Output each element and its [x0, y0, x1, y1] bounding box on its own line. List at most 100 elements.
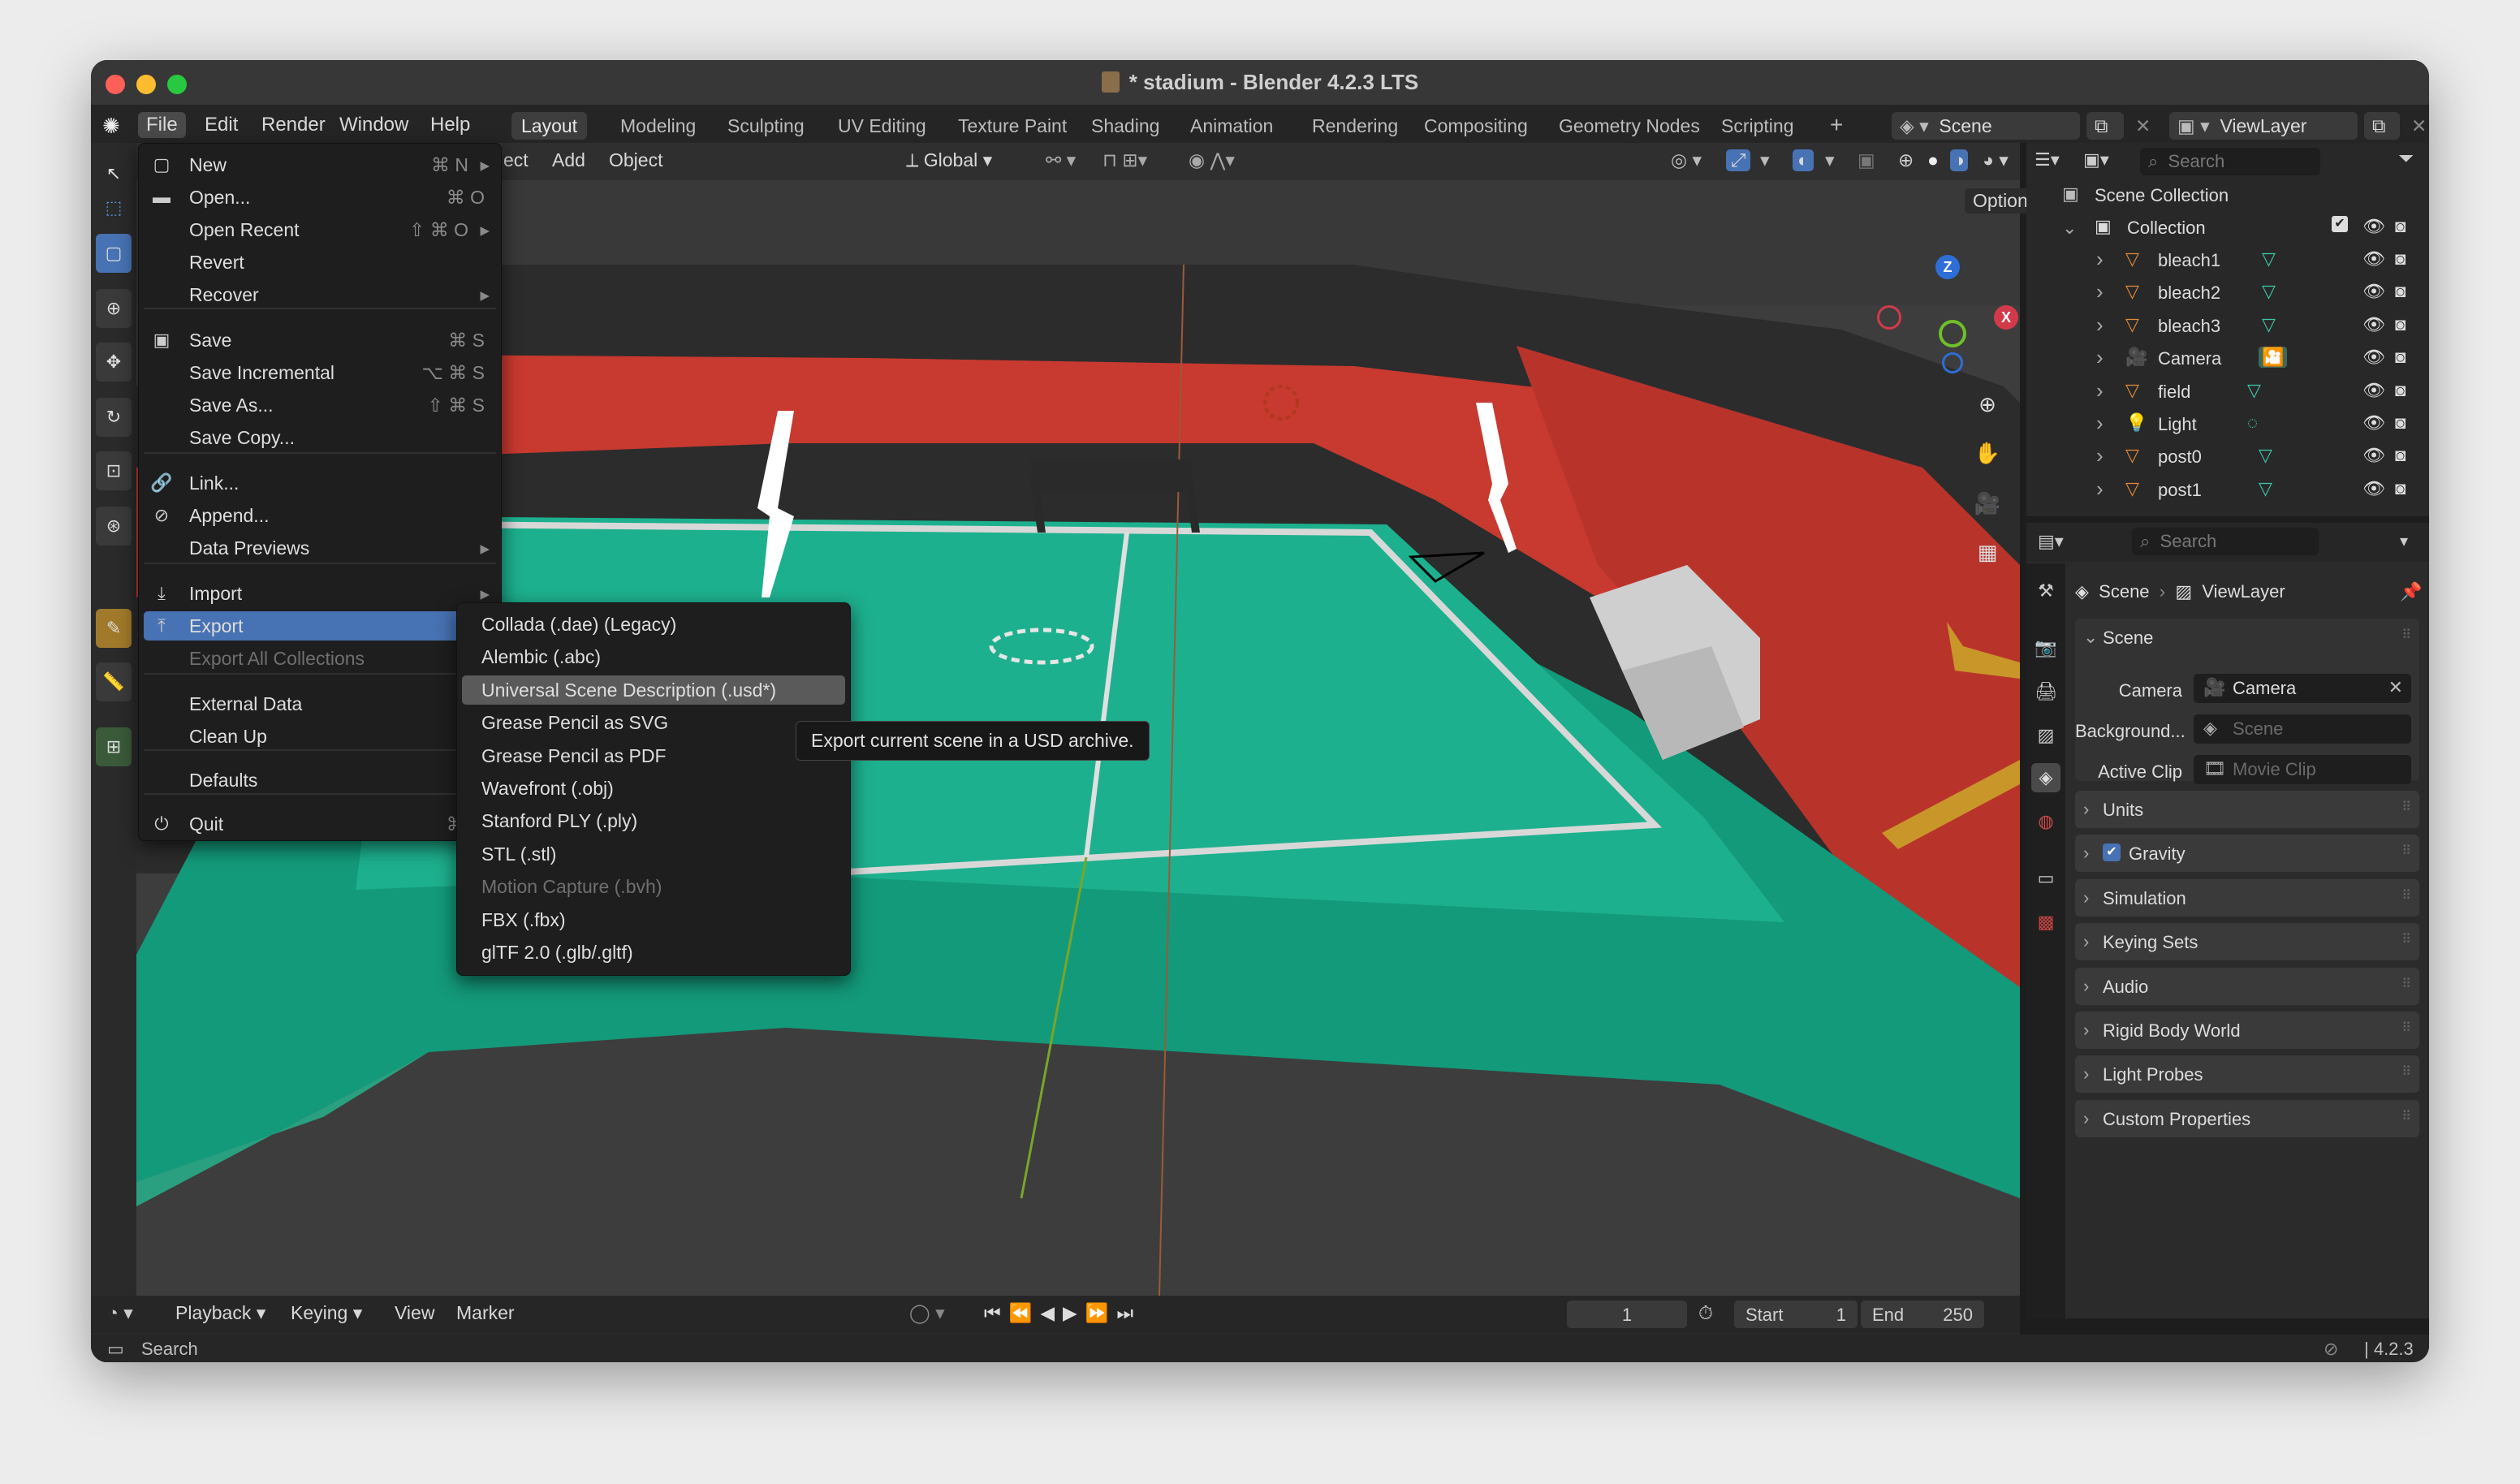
- camera-field[interactable]: 🎥 Camera ✕: [2194, 674, 2411, 703]
- gizmo-neg-z-axis[interactable]: [1942, 352, 1963, 373]
- export-item-10[interactable]: glTF 2.0 (.glb/.gltf): [462, 938, 845, 967]
- add-cube-tool-icon[interactable]: ⊞: [96, 727, 132, 766]
- pivot-icon[interactable]: ⚯ ▾: [1046, 149, 1076, 171]
- outliner-row-bleach2[interactable]: › ▽ bleach2 ▽ 👁 ◙: [2026, 276, 2429, 308]
- select-box-icon[interactable]: ⬚: [96, 188, 132, 227]
- chevron-right-icon[interactable]: ›: [2096, 378, 2104, 403]
- eye-icon[interactable]: 👁: [2362, 445, 2385, 466]
- eye-icon[interactable]: 👁: [2362, 248, 2385, 270]
- file-menu-item-recover[interactable]: Recover ▸: [144, 280, 496, 309]
- tool-tab-icon[interactable]: ⚒: [2031, 576, 2060, 606]
- marker-menu[interactable]: Marker: [456, 1302, 515, 1324]
- chevron-down-icon[interactable]: ▾: [2400, 531, 2408, 551]
- file-menu-item-export-all-collections[interactable]: Export All Collections: [144, 644, 496, 673]
- export-item-1[interactable]: Alembic (.abc): [462, 642, 845, 671]
- view-layer-tab-icon[interactable]: ▨: [2031, 721, 2060, 750]
- chevron-right-icon[interactable]: ›: [2096, 411, 2104, 436]
- scene-collection-row[interactable]: ▣ Scene Collection: [2026, 179, 2429, 211]
- menu-render[interactable]: Render: [253, 112, 334, 138]
- panel-audio[interactable]: › Audio ⠿: [2075, 967, 2419, 1005]
- tab-compositing[interactable]: Compositing: [1414, 112, 1538, 140]
- file-menu-item-revert[interactable]: Revert: [144, 248, 496, 277]
- gizmo-dropdown-icon[interactable]: ▾: [1760, 149, 1770, 171]
- file-menu-item-open[interactable]: ▬ Open... ⌘ O: [144, 183, 496, 212]
- panel-keying-sets[interactable]: › Keying Sets ⠿: [2075, 923, 2419, 961]
- panel-units[interactable]: › Units ⠿: [2075, 791, 2419, 828]
- outliner-search-input[interactable]: ⌕ Search: [2140, 148, 2320, 175]
- file-menu-item-link[interactable]: 🔗 Link...: [144, 468, 496, 498]
- tab-geometry-nodes[interactable]: Geometry Nodes: [1549, 112, 1710, 140]
- active-clip-field[interactable]: 🎞 Movie Clip: [2194, 755, 2411, 784]
- grip-icon[interactable]: ⠿: [2401, 976, 2411, 992]
- keying-menu[interactable]: Keying ▾: [291, 1302, 362, 1324]
- editor-type-clock-icon[interactable]: ◔ ▾: [107, 1302, 133, 1324]
- blender-logo-icon[interactable]: ✺: [102, 114, 127, 138]
- chevron-right-icon[interactable]: ›: [2096, 345, 2104, 370]
- tab-uv-editing[interactable]: UV Editing: [828, 112, 936, 140]
- end-frame-field[interactable]: End 250: [1861, 1301, 1984, 1328]
- new-scene-button[interactable]: ⧉: [2086, 112, 2124, 140]
- menu-window[interactable]: Window: [331, 112, 416, 138]
- eye-icon[interactable]: 👁: [2362, 216, 2385, 237]
- filter-view-icon[interactable]: ▣▾: [2083, 149, 2109, 170]
- file-menu-item-external-data[interactable]: External Data▸: [144, 689, 496, 718]
- outliner-row-field[interactable]: › ▽ field ▽ 👁 ◙: [2026, 375, 2429, 408]
- scale-tool-icon[interactable]: ⊡: [96, 451, 132, 490]
- viewport-menu-select[interactable]: ect: [503, 149, 529, 171]
- properties-search-input[interactable]: ⌕ Search: [2132, 528, 2319, 555]
- outliner-row-camera[interactable]: › 🎥 Camera 🎦 👁 ◙: [2026, 342, 2429, 374]
- new-view-layer-button[interactable]: ⧉: [2364, 112, 2400, 140]
- render-camera-icon[interactable]: ◙: [2395, 281, 2406, 302]
- camera-data-icon[interactable]: 🎦: [2259, 347, 2288, 369]
- view-layer-selector[interactable]: ▣ ▾ ViewLayer: [2169, 112, 2358, 140]
- outliner-row-post0[interactable]: › ▽ post0 ▽ 👁 ◙: [2026, 440, 2429, 472]
- file-menu-item-append[interactable]: ⊘ Append...: [144, 501, 496, 530]
- wireframe-shading-icon[interactable]: ⊕: [1898, 149, 1914, 171]
- outliner-row-post1[interactable]: › ▽ post1 ▽ 👁 ◙: [2026, 473, 2429, 506]
- render-camera-icon[interactable]: ◙: [2395, 248, 2406, 270]
- grip-icon[interactable]: ⠿: [2401, 931, 2411, 947]
- tab-sculpting[interactable]: Sculpting: [718, 112, 814, 140]
- start-frame-field[interactable]: Start 1: [1734, 1301, 1858, 1328]
- chevron-right-icon[interactable]: ›: [2096, 247, 2104, 272]
- outliner-row-bleach3[interactable]: › ▽ bleach3 ▽ 👁 ◙: [2026, 309, 2429, 342]
- export-item-7[interactable]: STL (.stl): [462, 839, 845, 869]
- chevron-down-icon[interactable]: ⌄: [2083, 627, 2098, 648]
- file-menu-item-clean-up[interactable]: Clean Up▸: [144, 722, 496, 751]
- cursor-tool-icon[interactable]: ▢: [96, 234, 132, 273]
- gravity-checkbox[interactable]: ✔: [2103, 843, 2121, 862]
- export-item-6[interactable]: Stanford PLY (.ply): [462, 806, 845, 835]
- light-data-icon[interactable]: ◌: [2247, 412, 2258, 434]
- output-tab-icon[interactable]: 🖨: [2031, 677, 2060, 706]
- move-tool-icon[interactable]: ✥: [96, 343, 132, 382]
- grip-icon[interactable]: ⠿: [2401, 1063, 2411, 1080]
- file-menu-item-quit[interactable]: ⏻Quit⌘ Q: [144, 809, 496, 839]
- exclude-checkbox[interactable]: ✔: [2332, 216, 2348, 232]
- export-item-8[interactable]: Motion Capture (.bvh): [462, 872, 845, 901]
- stopwatch-icon[interactable]: ⏱: [1698, 1302, 1713, 1324]
- proportional-edit-icon[interactable]: ◉ ⋀▾: [1189, 149, 1235, 171]
- tab-shading[interactable]: Shading: [1081, 112, 1169, 140]
- outliner-row-bleach1[interactable]: › ▽ bleach1 ▽ 👁 ◙: [2026, 244, 2429, 276]
- mesh-data-icon[interactable]: ▽: [2247, 380, 2261, 401]
- panel-rigid-body-world[interactable]: › Rigid Body World ⠿: [2075, 1012, 2419, 1049]
- grip-icon[interactable]: ⠿: [2401, 799, 2411, 815]
- tab-rendering[interactable]: Rendering: [1302, 112, 1408, 140]
- menu-edit[interactable]: Edit: [196, 112, 246, 138]
- gizmo-x-axis[interactable]: X: [1994, 305, 2018, 330]
- panel-custom-properties[interactable]: › Custom Properties ⠿: [2075, 1099, 2419, 1137]
- camera-view-icon[interactable]: 🎥: [1970, 485, 2005, 521]
- scene-selector[interactable]: ◈ ▾ Scene: [1892, 112, 2080, 140]
- cursor-icon[interactable]: ⊕: [96, 289, 132, 328]
- gizmo-y-axis[interactable]: [1939, 320, 1966, 347]
- measure-tool-icon[interactable]: 📏: [96, 662, 132, 701]
- panel-gravity[interactable]: › ✔ Gravity ⠿: [2075, 835, 2419, 873]
- file-menu-item-save-copy[interactable]: Save Copy...: [144, 423, 496, 452]
- render-camera-icon[interactable]: ◙: [2395, 314, 2406, 335]
- material-shading-icon[interactable]: ◑: [1950, 149, 1968, 171]
- mesh-data-icon[interactable]: ▽: [2259, 445, 2272, 466]
- grip-icon[interactable]: ⠿: [2401, 1020, 2411, 1036]
- delete-scene-button[interactable]: ✕: [2127, 112, 2160, 140]
- xray-icon[interactable]: ▣: [1858, 149, 1875, 171]
- tab-modeling[interactable]: Modeling: [611, 112, 706, 140]
